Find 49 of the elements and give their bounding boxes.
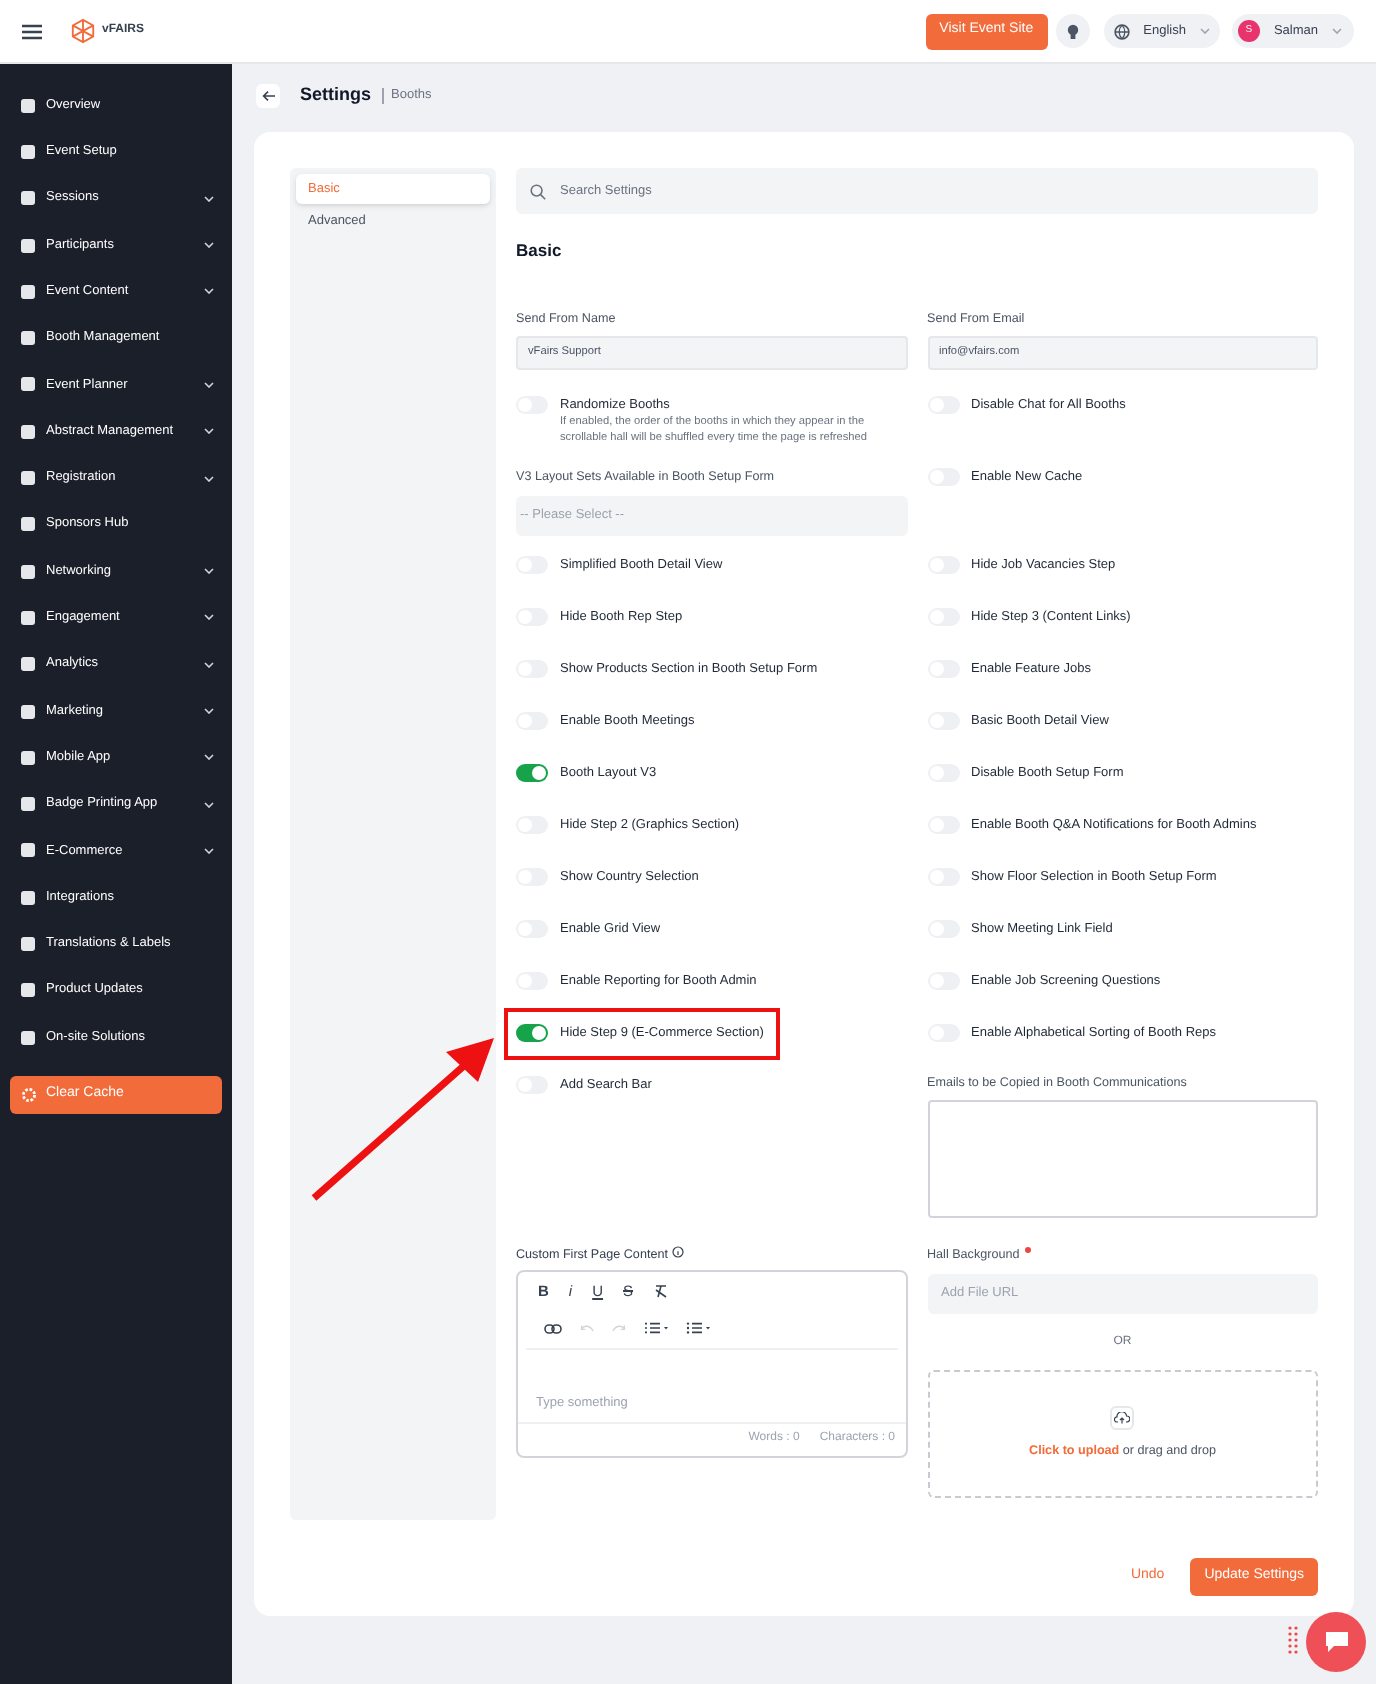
menu-icon[interactable]: [22, 23, 42, 39]
upload-button[interactable]: [1110, 1405, 1135, 1430]
back-button[interactable]: [256, 84, 280, 108]
square-icon: [20, 283, 36, 300]
square-icon: [20, 563, 36, 580]
square-icon: [20, 516, 36, 533]
globe-icon: [1113, 23, 1130, 39]
square-icon: [20, 330, 36, 347]
gear-icon: [22, 1088, 36, 1103]
square-icon: [20, 842, 36, 859]
toggle-switch[interactable]: [516, 763, 548, 782]
drag-handle-icon[interactable]: [1288, 1626, 1298, 1654]
link-icon[interactable]: [544, 1323, 562, 1334]
redo-icon[interactable]: [612, 1324, 626, 1333]
square-icon: [20, 703, 36, 719]
square-icon: [20, 1029, 36, 1046]
chat-bubble-icon: [1323, 1630, 1349, 1654]
square-icon: [20, 935, 36, 952]
square-icon: [20, 889, 36, 906]
toggle-switch[interactable]: [516, 1023, 548, 1042]
back-arrow-icon: [261, 90, 275, 102]
cloud-upload-icon: [1114, 1411, 1131, 1424]
bulb-button[interactable]: [1055, 14, 1090, 48]
square-icon: [20, 423, 36, 440]
search-icon: [530, 183, 546, 199]
square-icon: [20, 749, 36, 766]
bulb-icon: [1065, 23, 1080, 39]
bullet-list-icon[interactable]: [686, 1322, 710, 1335]
caret-icon: [1332, 28, 1342, 34]
square-icon: [20, 376, 36, 393]
page-title: Settings: [300, 82, 372, 109]
undo-icon[interactable]: [580, 1324, 594, 1333]
chat-button[interactable]: [1306, 1612, 1366, 1672]
square-icon: [20, 190, 36, 207]
square-icon: [20, 470, 36, 487]
square-icon: [20, 609, 36, 626]
square-icon: [20, 143, 36, 160]
numbered-list-icon[interactable]: [644, 1322, 668, 1335]
clear-format-icon[interactable]: [653, 1283, 668, 1298]
square-icon: [20, 796, 36, 813]
info-icon: [671, 1246, 684, 1259]
square-icon: [20, 656, 36, 673]
square-icon: [20, 982, 36, 999]
square-icon: [20, 97, 36, 114]
square-icon: [20, 237, 36, 254]
cube-logo-icon: [70, 18, 96, 44]
text-area[interactable]: [927, 1100, 1318, 1219]
section-heading: Basic: [516, 238, 564, 264]
caret-icon: [1199, 28, 1210, 34]
